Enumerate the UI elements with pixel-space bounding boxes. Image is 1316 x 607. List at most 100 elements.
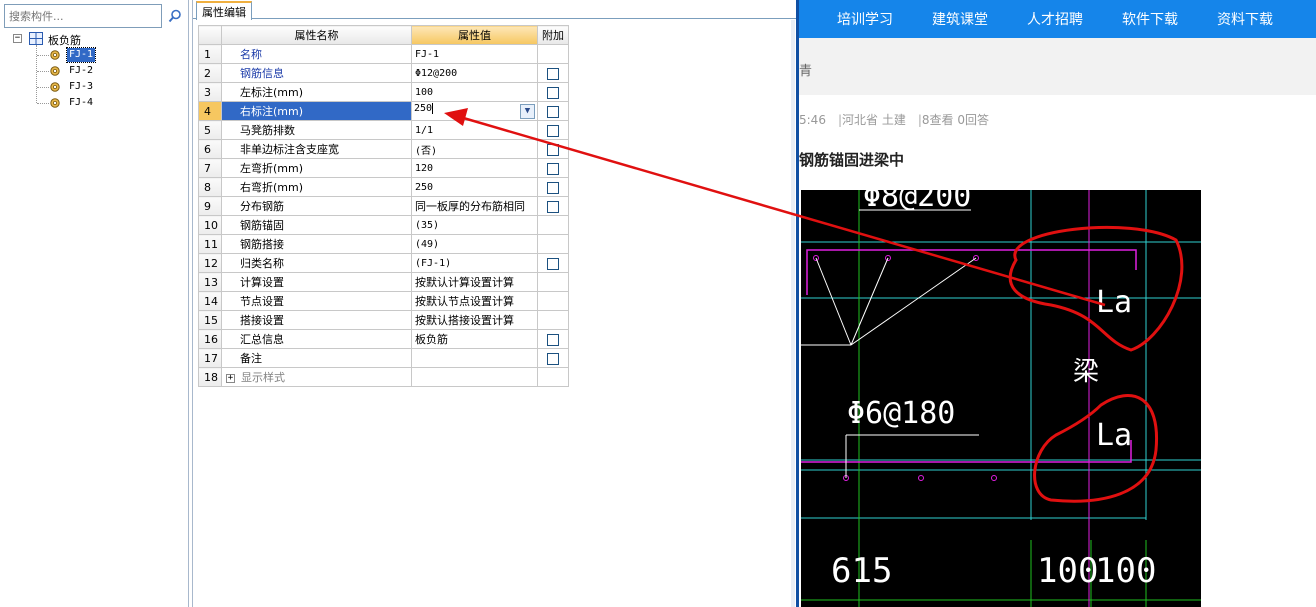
property-value[interactable]: (否)	[411, 139, 538, 159]
property-value[interactable]: 120	[411, 158, 538, 178]
scrollbar[interactable]	[791, 20, 795, 607]
extra-checkbox[interactable]	[547, 105, 559, 118]
property-name[interactable]: 马凳筋排数	[221, 120, 412, 140]
extra-checkbox[interactable]	[547, 352, 559, 365]
property-row[interactable]: 16 汇总信息 板负筋	[198, 329, 569, 349]
property-name[interactable]: 右弯折(mm)	[221, 177, 412, 197]
property-name[interactable]: + 显示样式	[221, 367, 412, 387]
property-name[interactable]: 钢筋信息	[221, 63, 412, 83]
property-row[interactable]: 2 钢筋信息 Φ12@200	[198, 63, 569, 83]
extra-checkbox[interactable]	[547, 333, 559, 346]
property-name[interactable]: 钢筋搭接	[221, 234, 412, 254]
extra-checkbox[interactable]	[547, 181, 559, 194]
property-value[interactable]: (FJ-1)	[411, 253, 538, 273]
tree-item-fj3[interactable]: FJ-3	[0, 79, 188, 95]
la-bottom-label: La	[1096, 418, 1132, 453]
property-row[interactable]: 17 备注	[198, 348, 569, 368]
extra-checkbox[interactable]	[547, 143, 559, 156]
extra-checkbox[interactable]	[547, 162, 559, 175]
property-value[interactable]: (49)	[411, 234, 538, 254]
property-value[interactable]: (35)	[411, 215, 538, 235]
property-value[interactable]	[411, 348, 538, 368]
extra-checkbox[interactable]	[547, 124, 559, 137]
tab-property-edit[interactable]: 属性编辑	[196, 1, 252, 20]
tree-item-fj1[interactable]: FJ-1	[0, 47, 188, 63]
search-input[interactable]	[4, 4, 162, 28]
row-number: 10	[198, 215, 222, 235]
property-value[interactable]: 按默认计算设置计算	[411, 272, 538, 292]
property-value[interactable]: 板负筋	[411, 329, 538, 349]
extra-checkbox[interactable]	[547, 257, 559, 270]
property-name[interactable]: 左标注(mm)	[221, 82, 412, 102]
property-row[interactable]: 15 搭接设置 按默认搭接设置计算	[198, 310, 569, 330]
property-value[interactable]: Φ12@200	[411, 63, 538, 83]
tree-item-fj4[interactable]: FJ-4	[0, 95, 188, 111]
property-value[interactable]: FJ-1	[411, 44, 538, 64]
property-row[interactable]: 18 + 显示样式	[198, 367, 569, 387]
value-editor-text[interactable]: 250	[414, 103, 434, 114]
property-value[interactable]: ▼ 250	[411, 101, 538, 121]
property-row[interactable]: 7 左弯折(mm) 120	[198, 158, 569, 178]
post-location[interactable]: 河北省 土建	[842, 113, 906, 127]
property-name[interactable]: 归类名称	[221, 253, 412, 273]
extra-cell	[537, 253, 569, 273]
dropdown-chevron-icon[interactable]: ▼	[520, 104, 535, 119]
property-row[interactable]: 11 钢筋搭接 (49)	[198, 234, 569, 254]
row-number: 3	[198, 82, 222, 102]
gear-icon	[50, 50, 60, 60]
expand-icon[interactable]: +	[226, 373, 235, 383]
extra-cell	[537, 63, 569, 83]
property-row[interactable]: 12 归类名称 (FJ-1)	[198, 253, 569, 273]
property-value[interactable]: 同一板厚的分布筋相同	[411, 196, 538, 216]
extra-checkbox[interactable]	[547, 67, 559, 80]
column-header-name[interactable]: 属性名称	[221, 25, 412, 45]
property-name[interactable]: 非单边标注含支座宽	[221, 139, 412, 159]
property-name[interactable]: 备注	[221, 348, 412, 368]
property-value[interactable]: 按默认节点设置计算	[411, 291, 538, 311]
property-row[interactable]: 3 左标注(mm) 100	[198, 82, 569, 102]
property-value[interactable]: 1/1	[411, 120, 538, 140]
property-row[interactable]: 1 名称 FJ-1	[198, 44, 569, 64]
property-name[interactable]: 计算设置	[221, 272, 412, 292]
search-button[interactable]	[164, 4, 186, 28]
property-row[interactable]: 5 马凳筋排数 1/1	[198, 120, 569, 140]
property-row[interactable]: 9 分布钢筋 同一板厚的分布筋相同	[198, 196, 569, 216]
column-header-value[interactable]: 属性值	[411, 25, 538, 45]
property-name[interactable]: 右标注(mm)	[221, 101, 412, 121]
nav-building-class[interactable]: 建筑课堂	[932, 9, 988, 29]
tree-root-node[interactable]: − 板负筋	[0, 31, 188, 47]
property-row[interactable]: 8 右弯折(mm) 250	[198, 177, 569, 197]
property-value[interactable]	[411, 367, 538, 387]
property-name[interactable]: 搭接设置	[221, 310, 412, 330]
nav-material-download[interactable]: 资料下载	[1217, 9, 1273, 29]
tree-item-fj2[interactable]: FJ-2	[0, 63, 188, 79]
extra-cell	[537, 234, 569, 254]
property-row[interactable]: 13 计算设置 按默认计算设置计算	[198, 272, 569, 292]
column-header-extra[interactable]: 附加	[537, 25, 569, 45]
property-name[interactable]: 节点设置	[221, 291, 412, 311]
property-name[interactable]: 钢筋锚固	[221, 215, 412, 235]
property-row[interactable]: 10 钢筋锚固 (35)	[198, 215, 569, 235]
property-name[interactable]: 名称	[221, 44, 412, 64]
row-number: 17	[198, 348, 222, 368]
extra-checkbox[interactable]	[547, 86, 559, 99]
nav-jobs[interactable]: 人才招聘	[1027, 9, 1083, 29]
breadcrumb-fragment[interactable]: 青	[799, 60, 812, 79]
property-name[interactable]: 汇总信息	[221, 329, 412, 349]
property-row[interactable]: 6 非单边标注含支座宽 (否)	[198, 139, 569, 159]
property-name[interactable]: 左弯折(mm)	[221, 158, 412, 178]
property-row[interactable]: 14 节点设置 按默认节点设置计算	[198, 291, 569, 311]
nav-software-download[interactable]: 软件下载	[1122, 9, 1178, 29]
property-value[interactable]: 100	[411, 82, 538, 102]
extra-checkbox[interactable]	[547, 200, 559, 213]
property-value[interactable]: 250	[411, 177, 538, 197]
collapse-toggle[interactable]: −	[13, 34, 22, 43]
property-value[interactable]: 按默认搭接设置计算	[411, 310, 538, 330]
search-icon	[168, 9, 181, 23]
property-name[interactable]: 分布钢筋	[221, 196, 412, 216]
nav-training[interactable]: 培训学习	[837, 9, 893, 29]
view-count: 8查看	[921, 113, 954, 127]
row-number: 6	[198, 139, 222, 159]
cad-drawing-image: Φ8@200 Φ6@180 La La 梁 615 100 100	[801, 190, 1201, 607]
property-row[interactable]: 4 右标注(mm) ▼ 250	[198, 101, 569, 121]
